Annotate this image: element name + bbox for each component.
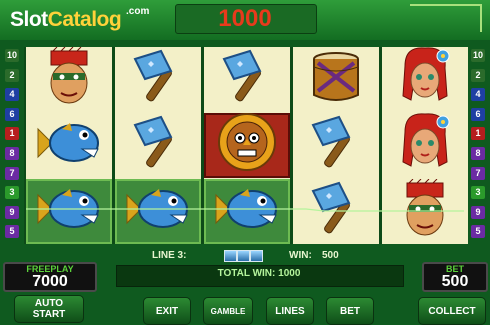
line-indicator-9: 9 xyxy=(5,205,19,219)
line-indicator-3: 3 xyxy=(5,186,19,200)
win-line-label: LINE 3: xyxy=(152,250,187,261)
exit-button[interactable]: EXIT xyxy=(143,297,191,325)
win-value: 500 xyxy=(322,250,339,261)
payline-3 xyxy=(26,208,464,212)
line-indicator-7: 7 xyxy=(471,166,485,180)
logo-slot-text: Slot xyxy=(10,8,48,31)
line-indicator-10: 10 xyxy=(5,49,19,62)
bet-button[interactable]: BET xyxy=(326,297,374,325)
credits-value: 1000 xyxy=(218,5,272,32)
collect-button[interactable]: COLLECT xyxy=(418,297,486,325)
line-indicator-1: 1 xyxy=(471,127,485,141)
line-indicator-4: 4 xyxy=(5,88,19,102)
logo-com-text: .com xyxy=(126,6,150,17)
bet-value: 500 xyxy=(441,273,469,290)
line-indicator-6: 6 xyxy=(471,107,485,121)
gamble-button[interactable]: GAMBLE xyxy=(203,297,253,325)
line-indicator-2: 2 xyxy=(471,68,485,82)
slotcatalog-logo: SlotCatalog xyxy=(10,8,122,32)
win-symbol-icon xyxy=(237,250,250,262)
win-label: WIN: xyxy=(289,250,312,261)
win-symbol-icon xyxy=(224,250,237,262)
line-indicator-4: 4 xyxy=(471,88,485,102)
line-indicator-7: 7 xyxy=(5,166,19,180)
freeplay-value: 7000 xyxy=(32,273,68,290)
auto-start-button[interactable]: AUTO START xyxy=(14,295,84,323)
line-indicator-5: 5 xyxy=(471,225,485,239)
line-indicator-10: 10 xyxy=(471,49,485,62)
line-indicator-1: 1 xyxy=(5,127,19,141)
line-indicator-3: 3 xyxy=(471,186,485,200)
line-indicator-2: 2 xyxy=(5,68,19,82)
logo-catalog-text: Catalog xyxy=(47,8,122,31)
win-symbol-icon xyxy=(250,250,263,262)
line-indicator-8: 8 xyxy=(5,147,19,160)
total-win-text: TOTAL WIN: 1000 xyxy=(217,268,301,279)
lines-button[interactable]: LINES xyxy=(266,297,314,325)
payline-overlay xyxy=(26,208,464,212)
line-indicator-9: 9 xyxy=(471,205,485,219)
line-indicator-8: 8 xyxy=(471,147,485,160)
line-indicator-6: 6 xyxy=(5,107,19,121)
line-indicator-5: 5 xyxy=(5,225,19,239)
header-ornament xyxy=(410,4,482,32)
